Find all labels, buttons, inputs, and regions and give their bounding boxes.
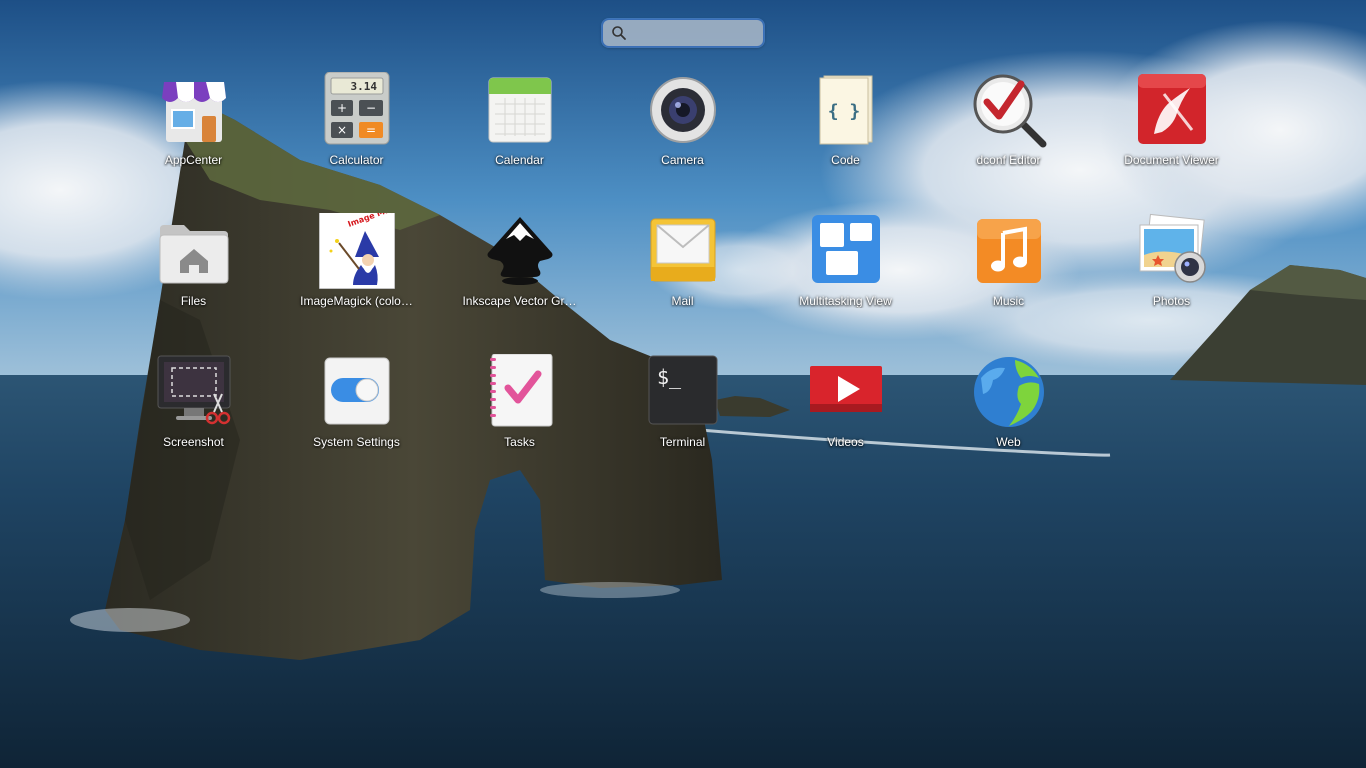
- calculator-display: 3.14: [350, 80, 377, 93]
- music-icon: [976, 219, 1041, 283]
- svg-text:=: =: [365, 123, 375, 137]
- svg-text:×: ×: [336, 123, 346, 137]
- appcenter-icon: [161, 82, 226, 142]
- app-label: Multitasking View: [799, 294, 892, 308]
- terminal-prompt: $_: [657, 365, 682, 389]
- app-label: Code: [831, 153, 860, 167]
- app-screenshot[interactable]: Screenshot: [112, 354, 275, 474]
- imagemagick-icon: Image Magick: [318, 213, 395, 289]
- multitasking-view-icon: [811, 215, 880, 283]
- app-label: Inkscape Vector Gr…: [462, 294, 577, 308]
- app-appcenter[interactable]: AppCenter: [112, 72, 275, 192]
- dconf-editor-icon: [973, 74, 1046, 148]
- app-label: AppCenter: [164, 153, 223, 167]
- camera-icon: [649, 77, 716, 143]
- app-tasks[interactable]: Tasks: [438, 354, 601, 474]
- app-label: Web: [996, 435, 1021, 449]
- search-input[interactable]: [631, 20, 763, 48]
- tasks-icon: [489, 354, 552, 427]
- app-system-settings[interactable]: System Settings: [275, 354, 438, 474]
- code-icon: { }: [819, 75, 872, 145]
- app-multitasking-view[interactable]: Multitasking View: [764, 213, 927, 333]
- files-icon: [159, 225, 228, 284]
- code-glyph: { }: [827, 101, 860, 122]
- app-label: Terminal: [659, 435, 706, 449]
- app-label: Tasks: [504, 435, 535, 449]
- app-label: Camera: [661, 153, 704, 167]
- app-label: Mail: [671, 294, 694, 308]
- app-videos[interactable]: Videos: [764, 354, 927, 474]
- document-viewer-icon: [1137, 74, 1206, 144]
- app-label: ImageMagick (colo…: [300, 294, 413, 308]
- app-label: dconf Editor: [976, 153, 1041, 167]
- system-settings-icon: [324, 357, 389, 425]
- app-document-viewer[interactable]: Document Viewer: [1090, 72, 1253, 192]
- app-terminal[interactable]: $_ Terminal: [601, 354, 764, 474]
- calendar-icon: [488, 77, 551, 143]
- inkscape-icon: [487, 217, 552, 285]
- search-icon: [612, 26, 626, 40]
- app-label: Videos: [827, 435, 864, 449]
- app-label: Files: [180, 294, 207, 308]
- app-label: Calculator: [329, 153, 384, 167]
- app-camera[interactable]: Camera: [601, 72, 764, 192]
- web-icon: [973, 357, 1044, 427]
- svg-text:−: −: [365, 101, 375, 115]
- mail-icon: [650, 218, 715, 282]
- app-mail[interactable]: Mail: [601, 213, 764, 333]
- app-calculator[interactable]: 3.14 + − × = Calculator: [275, 72, 438, 192]
- screenshot-icon: [157, 355, 230, 425]
- app-label: Music: [992, 294, 1025, 308]
- app-music[interactable]: Music: [927, 213, 1090, 333]
- app-label: Photos: [1152, 294, 1191, 308]
- app-inkscape[interactable]: Inkscape Vector Gr…: [438, 213, 601, 333]
- videos-icon: [809, 366, 882, 412]
- terminal-icon: $_: [648, 355, 717, 425]
- app-web[interactable]: Web: [927, 354, 1090, 474]
- photos-icon: [1139, 213, 1206, 283]
- app-label: Document Viewer: [1124, 153, 1219, 167]
- app-label: Screenshot: [163, 435, 224, 449]
- calculator-icon: 3.14 + − × =: [324, 72, 389, 145]
- app-code[interactable]: { } Code: [764, 72, 927, 192]
- app-photos[interactable]: Photos: [1090, 213, 1253, 333]
- app-files[interactable]: Files: [112, 213, 275, 333]
- svg-text:+: +: [336, 101, 346, 115]
- app-label: System Settings: [313, 435, 400, 449]
- search-field[interactable]: [602, 19, 764, 48]
- app-imagemagick[interactable]: Image Magick ImageMagick (colo…: [275, 213, 438, 333]
- app-dconf-editor[interactable]: dconf Editor: [927, 72, 1090, 192]
- app-label: Calendar: [495, 153, 544, 167]
- app-calendar[interactable]: Calendar: [438, 72, 601, 192]
